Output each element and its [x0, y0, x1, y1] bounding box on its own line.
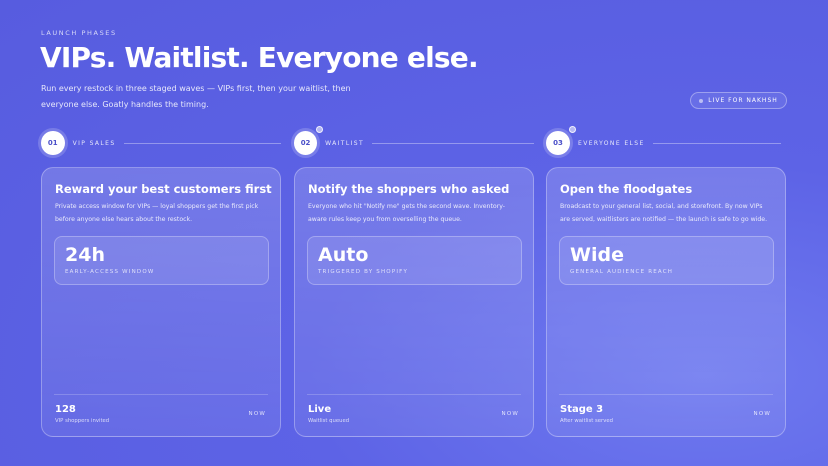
phase-label: VIP SALES — [72, 139, 116, 147]
phase-number-text: 03 — [553, 139, 563, 147]
phase-number-badge: 01 — [41, 131, 65, 155]
footer-label: VIP shoppers invited — [55, 418, 110, 424]
page-title: VIPs. Waitlist. Everyone else. — [40, 41, 479, 74]
stat-label: GENERAL AUDIENCE REACH — [570, 269, 674, 275]
phase-label: WAITLIST — [325, 139, 365, 147]
card-description: Everyone who hit "Notify me" gets the se… — [308, 203, 506, 223]
phase-number-text: 02 — [300, 139, 311, 147]
footer-value: Live — [308, 404, 332, 415]
phase-connector-line — [372, 142, 534, 144]
footer-label: After waitlist served — [560, 418, 613, 424]
card-divider — [559, 394, 773, 395]
phase-indicator-dot — [316, 126, 324, 133]
footer-status: NOW — [248, 411, 266, 417]
phase-header-everyone: 03 EVERYONE ELSE — [546, 126, 786, 155]
footer-label: Waitlist queued — [308, 418, 350, 424]
phase-indicator-dot — [569, 126, 576, 133]
card-title: Reward your best customers first — [55, 182, 272, 196]
card-description: Private access window for VIPs — loyal s… — [55, 203, 259, 223]
footer-status: NOW — [501, 411, 519, 417]
footer-value: Stage 3 — [560, 404, 604, 415]
card-description: Broadcast to your general list, social, … — [560, 203, 768, 223]
status-dot-icon — [699, 98, 704, 103]
stat-label: EARLY-ACCESS WINDOW — [65, 269, 155, 275]
card-divider — [307, 394, 521, 395]
stat-value: 24h — [65, 244, 105, 266]
eyebrow-label: LAUNCH PHASES — [41, 29, 117, 37]
phase-connector-line — [652, 142, 781, 144]
phase-number-badge: 03 — [546, 126, 576, 155]
card-title: Open the floodgates — [560, 182, 693, 196]
live-status-badge[interactable]: LIVE FOR NAKHSH — [690, 92, 787, 109]
phase-card-vip[interactable]: Reward your best customers first Private… — [41, 167, 281, 437]
stat-box: 24h EARLY-ACCESS WINDOW — [54, 236, 269, 285]
stat-value: Wide — [570, 244, 624, 266]
phase-card-waitlist[interactable]: Notify the shoppers who asked Everyone w… — [294, 167, 534, 437]
page-subtitle: Run every restock in three staged waves … — [41, 84, 351, 109]
stat-box: Auto TRIGGERED BY SHOPIFY — [307, 236, 522, 285]
card-divider — [54, 394, 268, 395]
stat-value: Auto — [318, 244, 369, 266]
footer-value: 128 — [55, 404, 76, 415]
footer-status: NOW — [753, 411, 771, 417]
card-title: Notify the shoppers who asked — [308, 182, 510, 196]
live-status-text: LIVE FOR NAKHSH — [708, 97, 778, 104]
stat-box: Wide GENERAL AUDIENCE REACH — [559, 236, 774, 285]
phase-connector-line — [123, 142, 281, 144]
phase-header-waitlist: 02 WAITLIST — [294, 126, 534, 155]
stat-label: TRIGGERED BY SHOPIFY — [318, 269, 409, 275]
phase-header-vip: 01 VIP SALES — [41, 131, 281, 155]
phase-number-badge: 02 — [294, 126, 324, 155]
phase-label: EVERYONE ELSE — [578, 139, 645, 147]
phase-card-everyone[interactable]: Open the floodgates Broadcast to your ge… — [546, 167, 786, 437]
